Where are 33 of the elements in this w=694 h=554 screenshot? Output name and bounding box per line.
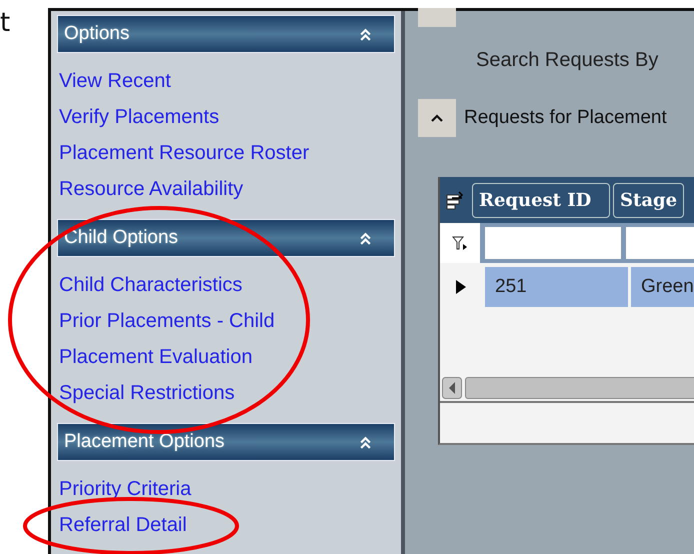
scroll-left-icon[interactable] bbox=[442, 377, 462, 399]
sidebar-link[interactable]: Priority Criteria bbox=[59, 471, 192, 507]
sidebar-link[interactable]: Prior Placements - Child bbox=[59, 303, 275, 339]
sidebar-link[interactable]: Special Restrictions bbox=[59, 375, 235, 411]
collapse-icon[interactable] bbox=[359, 436, 372, 448]
table-cell[interactable]: 251 bbox=[485, 267, 628, 307]
sidebar-link[interactable]: Verify Placements bbox=[59, 99, 220, 135]
sidebar-link[interactable]: Placement Resource Roster bbox=[59, 135, 310, 171]
section-title: Requests for Placement bbox=[464, 107, 667, 129]
collapse-button[interactable] bbox=[418, 99, 456, 137]
section-header[interactable]: Options bbox=[57, 15, 395, 53]
section-header[interactable]: Placement Options bbox=[57, 423, 395, 461]
column-chooser-icon[interactable] bbox=[446, 190, 466, 210]
sidebar-link[interactable]: Placement Evaluation bbox=[59, 339, 252, 375]
column-header[interactable]: Request ID bbox=[472, 182, 610, 218]
column-header[interactable]: Stage bbox=[613, 182, 684, 218]
sidebar-link[interactable]: View Recent bbox=[59, 63, 171, 99]
section-title: Options bbox=[64, 23, 130, 45]
filter-field[interactable] bbox=[485, 227, 621, 259]
search-label: Search Requests By bbox=[476, 49, 660, 72]
horizontal-scrollbar[interactable] bbox=[440, 375, 694, 403]
section-title: Child Options bbox=[64, 227, 178, 249]
filter-icon[interactable] bbox=[440, 223, 480, 263]
scrollbar-thumb[interactable] bbox=[465, 377, 694, 399]
collapse-icon[interactable] bbox=[359, 28, 372, 40]
sidebar-link[interactable]: Child Characteristics bbox=[59, 267, 242, 303]
collapse-icon[interactable] bbox=[359, 232, 372, 244]
section-title: Placement Options bbox=[64, 431, 225, 453]
sidebar-link[interactable]: Referral Detail bbox=[59, 507, 187, 543]
chevron-up-icon bbox=[431, 114, 443, 122]
table-cell[interactable]: Green bbox=[631, 267, 694, 307]
document-text-fragment: t bbox=[0, 8, 10, 38]
sidebar-link[interactable]: Resource Availability bbox=[59, 171, 244, 207]
